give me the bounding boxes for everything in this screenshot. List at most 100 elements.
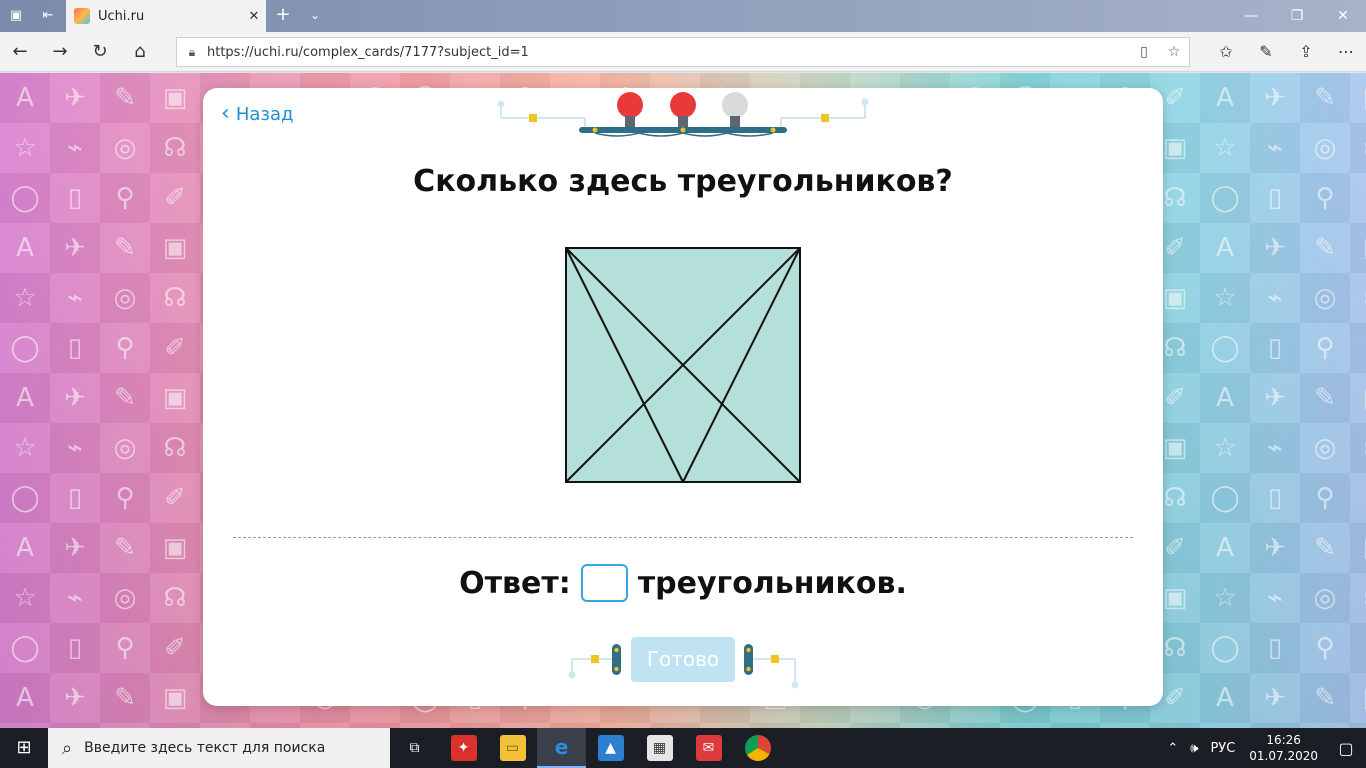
paper-plane-icon: ✈ (1250, 373, 1300, 423)
clock[interactable]: 16:26 01.07.2020 (1241, 732, 1326, 764)
globe-icon: ◯ (1200, 623, 1250, 673)
headphones-icon: ☊ (1350, 573, 1366, 623)
mail-app-icon[interactable]: ✉ (684, 728, 733, 768)
paper-plane-icon: ✈ (1250, 223, 1300, 273)
skateboard-icon: ✐ (1350, 323, 1366, 373)
photos-app-icon[interactable]: ▲ (586, 728, 635, 768)
briefcase-icon: ▣ (1350, 223, 1366, 273)
tab-close-icon[interactable]: ✕ (242, 9, 266, 24)
back-arrow-icon[interactable]: ← (8, 40, 32, 64)
music-player-icon: ▯ (1250, 623, 1300, 673)
wifi-icon: ◎ (100, 423, 150, 473)
windows-start-icon[interactable]: ⊞ (0, 728, 48, 768)
question-title: Сколько здесь треугольников? (413, 164, 953, 199)
home-icon[interactable]: ⌂ (128, 40, 152, 64)
show-hidden-icons-chevron-icon[interactable]: ⌃ (1161, 741, 1184, 756)
forward-arrow-icon[interactable]: → (48, 40, 72, 64)
skateboard-icon: ✐ (1350, 473, 1366, 523)
more-icon[interactable]: ⋯ (1334, 40, 1358, 64)
briefcase-icon: ▣ (150, 73, 200, 123)
gift-app-icon[interactable]: ✦ (439, 728, 488, 768)
set-tabs-aside-icon[interactable]: ⇤ (38, 6, 58, 26)
close-window-button[interactable]: ✕ (1320, 0, 1366, 32)
music-player-icon: ▯ (50, 173, 100, 223)
ready-button[interactable]: Готово (631, 637, 735, 682)
browser-tab[interactable]: Uchi.ru ✕ (66, 0, 266, 32)
skateboard-icon: ✐ (150, 323, 200, 373)
paper-plane-icon: ✈ (50, 73, 100, 123)
wifi-icon: ◎ (1300, 123, 1350, 173)
slingshot-icon: ⚲ (1300, 473, 1350, 523)
briefcase-icon: ▣ (150, 523, 200, 573)
new-tab-button[interactable]: + (272, 4, 294, 26)
volume-icon[interactable]: 🕪︎ (1184, 741, 1204, 756)
letter-a-icon: A (0, 373, 50, 423)
star-icon: ☆ (1200, 423, 1250, 473)
slingshot-icon: ⚲ (1300, 323, 1350, 373)
slingshot-icon: ⚲ (100, 623, 150, 673)
taskbar-search[interactable]: ⌕ Введите здесь текст для поиска (48, 728, 390, 768)
skateboard-icon: ✐ (150, 473, 200, 523)
bulb-icon (670, 92, 696, 127)
chrome-browser-icon[interactable] (733, 728, 782, 768)
tab-actions-icon[interactable]: ▣ (6, 6, 26, 26)
letter-a-icon: A (1200, 673, 1250, 723)
pencil-icon: ✎ (1300, 523, 1350, 573)
url-field[interactable]: 🔒︎ https://uchi.ru/complex_cards/7177?su… (176, 37, 1190, 67)
music-player-icon: ▯ (1250, 473, 1300, 523)
answer-input[interactable] (580, 564, 628, 602)
pencil-icon: ✎ (1300, 73, 1350, 123)
edge-browser-icon[interactable]: e (537, 728, 586, 768)
letter-a-icon: A (1200, 223, 1250, 273)
sneaker-icon: ⌁ (1250, 273, 1300, 323)
clock-date: 01.07.2020 (1249, 749, 1318, 763)
paper-plane-icon: ✈ (1250, 673, 1300, 723)
letter-a-icon: A (0, 73, 50, 123)
headphones-icon: ☊ (150, 573, 200, 623)
briefcase-icon: ▣ (150, 373, 200, 423)
headphones-icon: ☊ (150, 273, 200, 323)
slingshot-icon: ⚲ (100, 173, 150, 223)
star-icon: ☆ (0, 573, 50, 623)
letter-a-icon: A (1200, 523, 1250, 573)
restore-button[interactable]: ❐ (1274, 0, 1320, 32)
star-icon: ☆ (1200, 123, 1250, 173)
wifi-icon: ◎ (1300, 273, 1350, 323)
answer-prefix: Ответ: (459, 565, 571, 601)
letter-a-icon: A (1200, 73, 1250, 123)
reading-view-icon[interactable]: ▯ (1129, 44, 1159, 60)
pencil-icon: ✎ (100, 223, 150, 273)
back-link[interactable]: ‹ Назад (221, 100, 293, 128)
favorites-icon[interactable]: ✩ (1214, 40, 1238, 64)
minimize-button[interactable]: — (1228, 0, 1274, 32)
paper-plane-icon: ✈ (1250, 73, 1300, 123)
notifications-icon[interactable]: ▢ (1326, 739, 1366, 758)
music-player-icon: ▯ (50, 323, 100, 373)
refresh-icon[interactable]: ↻ (88, 40, 112, 64)
pencil-icon: ✎ (100, 673, 150, 723)
letter-a-icon: A (0, 673, 50, 723)
file-explorer-icon[interactable]: ▭ (488, 728, 537, 768)
tab-preview-chevron-icon[interactable]: ⌄ (304, 4, 326, 26)
share-icon[interactable]: ⇪ (1294, 40, 1318, 64)
star-icon: ☆ (0, 423, 50, 473)
slingshot-icon: ⚲ (100, 323, 150, 373)
pencil-icon: ✎ (1300, 373, 1350, 423)
task-view-icon[interactable]: ⧉ (390, 728, 439, 768)
language-indicator[interactable]: РУС (1204, 741, 1241, 756)
skateboard-icon: ✐ (1350, 173, 1366, 223)
wifi-icon: ◎ (1300, 423, 1350, 473)
briefcase-icon: ▣ (150, 673, 200, 723)
star-icon: ☆ (0, 273, 50, 323)
system-tray: ⌃ 🕪︎ РУС 16:26 01.07.2020 ▢ (1161, 728, 1366, 768)
music-player-icon: ▯ (1250, 173, 1300, 223)
url-text: https://uchi.ru/complex_cards/7177?subje… (207, 44, 529, 60)
answer-row: Ответ: треугольников. (203, 564, 1163, 602)
calculator-icon[interactable]: ▦ (635, 728, 684, 768)
favorite-star-icon[interactable]: ☆ (1159, 44, 1189, 60)
briefcase-icon: ▣ (1350, 523, 1366, 573)
skateboard-icon: ✐ (150, 623, 200, 673)
letter-a-icon: A (0, 523, 50, 573)
pen-icon[interactable]: ✎ (1254, 40, 1278, 64)
bulb-icon (722, 92, 748, 127)
